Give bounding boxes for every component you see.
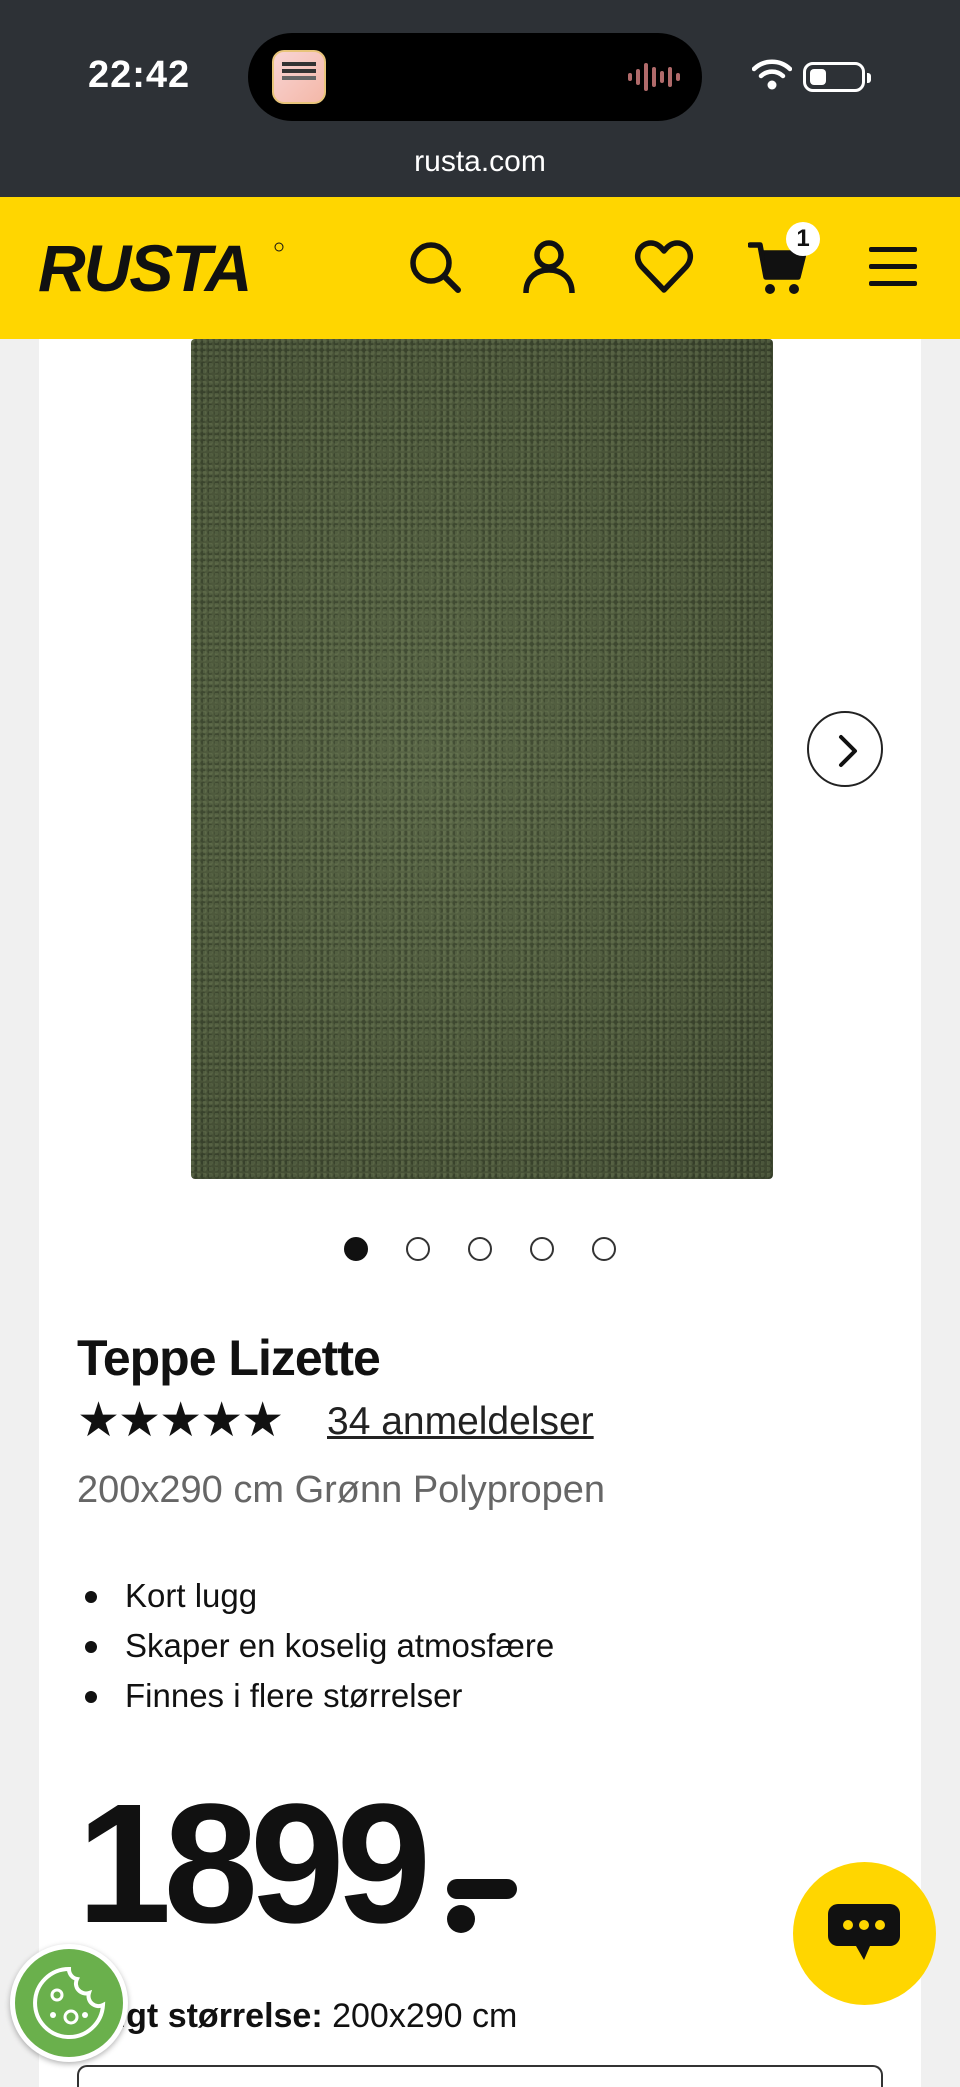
star-rating: ★★★★★: [77, 1394, 284, 1447]
gallery-dot-5[interactable]: [592, 1237, 616, 1261]
size-select[interactable]: [77, 2065, 883, 2087]
rusta-logo[interactable]: RUSTA: [36, 233, 286, 303]
product-variant: 200x290 cm Grønn Polypropen: [77, 1469, 606, 1511]
product-image[interactable]: [191, 339, 773, 1179]
svg-text:RUSTA: RUSTA: [38, 233, 250, 303]
feature-list: Kort lugg Skaper en koselig atmosfære Fi…: [77, 1571, 554, 1721]
wifi-icon: [752, 59, 792, 90]
status-time: 22:42: [88, 54, 191, 96]
chevron-right-icon: [839, 735, 857, 767]
cart-count-badge: 1: [786, 222, 820, 256]
feature-item: Finnes i flere størrelser: [77, 1671, 554, 1721]
live-activity-app-icon: [272, 50, 326, 104]
heart-icon[interactable]: [634, 237, 694, 297]
product-title: Teppe Lizette: [77, 1330, 381, 1386]
price-dash: [447, 1879, 517, 1899]
address-bar-url[interactable]: rusta.com: [0, 145, 960, 179]
cookie-icon: [33, 1966, 106, 2039]
search-icon[interactable]: [405, 237, 465, 297]
account-icon[interactable]: [519, 237, 579, 297]
chat-bubble-icon: [828, 1904, 900, 1960]
price-dot: [447, 1905, 475, 1933]
status-bar: 22:42 rusta.com: [0, 0, 960, 197]
cookie-settings-button[interactable]: [10, 1944, 128, 2062]
feature-item: Skaper en koselig atmosfære: [77, 1621, 554, 1671]
battery-icon: [803, 62, 871, 92]
product-price: 1899: [77, 1769, 431, 1959]
site-header: RUSTA: [0, 197, 960, 339]
next-image-button[interactable]: [807, 711, 883, 787]
gallery-dot-3[interactable]: [468, 1237, 492, 1261]
feature-item: Kort lugg: [77, 1571, 554, 1621]
selected-size-value: 200x290 cm: [332, 1997, 518, 2035]
menu-icon[interactable]: [863, 237, 923, 297]
chat-button[interactable]: [793, 1862, 936, 2005]
gallery-pagination: [39, 1237, 921, 1263]
gallery-dot-2[interactable]: [406, 1237, 430, 1261]
reviews-link[interactable]: 34 anmeldelser: [327, 1400, 594, 1444]
dynamic-island: [248, 33, 702, 121]
selected-size: Valgt størrelse: 200x290 cm: [77, 1997, 517, 2036]
product-card: Teppe Lizette ★★★★★ 34 anmeldelser 200x2…: [39, 339, 921, 2087]
audio-wave-icon: [628, 63, 680, 91]
gallery-dot-4[interactable]: [530, 1237, 554, 1261]
gallery-dot-1[interactable]: [344, 1237, 368, 1261]
